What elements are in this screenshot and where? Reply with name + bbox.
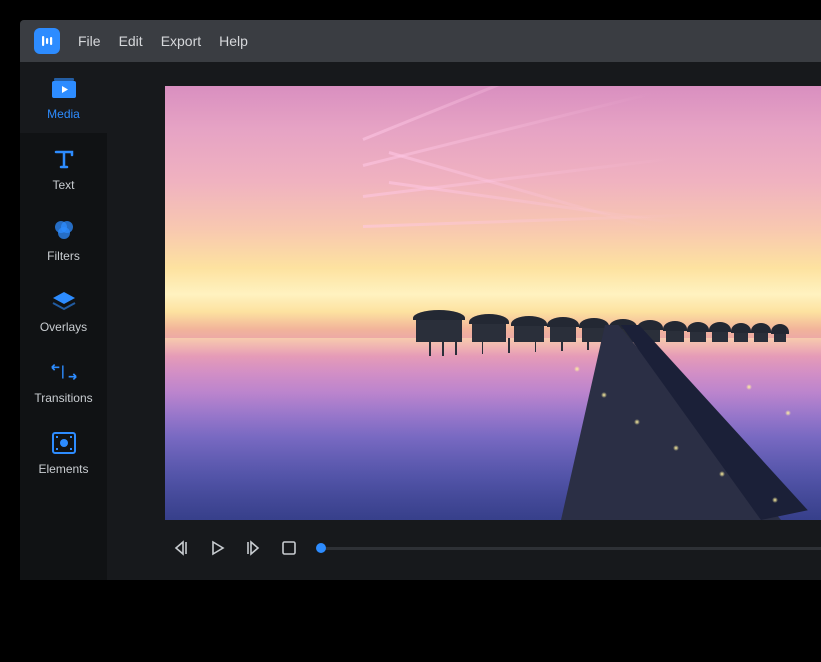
- stop-button[interactable]: [279, 538, 299, 558]
- elements-icon: [50, 431, 78, 455]
- playback-controls: [165, 520, 821, 558]
- stop-icon: [281, 540, 297, 556]
- transitions-icon: [50, 360, 78, 384]
- sidebar-item-text[interactable]: Text: [20, 133, 107, 204]
- main-panel: [107, 62, 821, 580]
- sidebar-item-label: Transitions: [34, 391, 92, 405]
- prev-button[interactable]: [171, 538, 191, 558]
- menu-help[interactable]: Help: [219, 33, 248, 49]
- sidebar-item-elements[interactable]: Elements: [20, 417, 107, 488]
- video-preview[interactable]: [165, 86, 821, 520]
- sidebar-item-label: Overlays: [40, 320, 87, 334]
- sidebar-item-transitions[interactable]: Transitions: [20, 346, 107, 417]
- overlays-icon: [50, 289, 78, 313]
- sidebar: Media Text Filters: [20, 62, 107, 580]
- sidebar-item-label: Elements: [38, 462, 88, 476]
- next-button[interactable]: [243, 538, 263, 558]
- text-icon: [50, 147, 78, 171]
- app-window: File Edit Export Help Media: [20, 20, 821, 580]
- sidebar-item-media[interactable]: Media: [20, 62, 107, 133]
- sidebar-item-overlays[interactable]: Overlays: [20, 275, 107, 346]
- menu-export[interactable]: Export: [161, 33, 201, 49]
- sidebar-item-label: Text: [52, 178, 74, 192]
- logo-icon: [39, 33, 55, 49]
- app-logo: [34, 28, 60, 54]
- menu-edit[interactable]: Edit: [119, 33, 143, 49]
- menu-file[interactable]: File: [78, 33, 101, 49]
- media-icon: [50, 76, 78, 100]
- prev-icon: [172, 539, 190, 557]
- play-icon: [208, 539, 226, 557]
- sidebar-item-label: Filters: [47, 249, 80, 263]
- playhead-dot[interactable]: [316, 543, 326, 553]
- menubar: File Edit Export Help: [20, 20, 821, 62]
- sidebar-item-filters[interactable]: Filters: [20, 204, 107, 275]
- body-area: Media Text Filters: [20, 62, 821, 580]
- playhead-track[interactable]: [321, 547, 821, 550]
- next-icon: [244, 539, 262, 557]
- filters-icon: [50, 218, 78, 242]
- sidebar-item-label: Media: [47, 107, 80, 121]
- play-button[interactable]: [207, 538, 227, 558]
